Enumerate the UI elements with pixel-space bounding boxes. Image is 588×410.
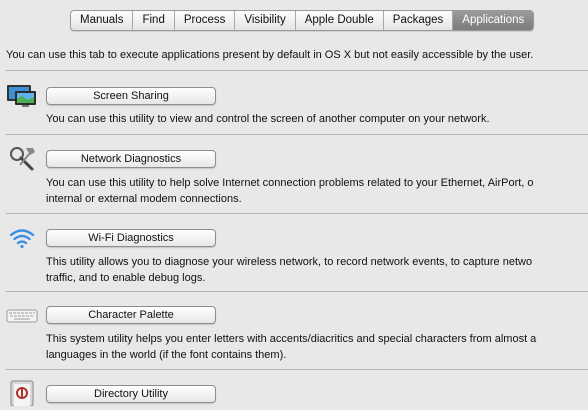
tab-process[interactable]: Process <box>175 11 236 30</box>
tab-visibility[interactable]: Visibility <box>235 11 296 30</box>
network-diagnostics-icon <box>10 147 35 171</box>
divider <box>6 134 588 135</box>
tab-applications[interactable]: Applications <box>453 11 534 30</box>
tab-bar: Manuals Find Process Visibility Apple Do… <box>70 10 535 31</box>
screen-sharing-icon <box>7 85 36 107</box>
tab-apple-double[interactable]: Apple Double <box>296 11 384 30</box>
wifi-diagnostics-description: This utility allows you to diagnose your… <box>46 256 533 284</box>
keyboard-icon <box>6 309 38 323</box>
directory-utility-icon <box>10 380 34 406</box>
character-palette-description: This system utility helps you enter lett… <box>46 333 537 361</box>
wifi-diagnostics-button[interactable]: Wi-Fi Diagnostics <box>46 229 216 247</box>
intro-text: You can use this tab to execute applicat… <box>6 49 534 61</box>
screen-sharing-button[interactable]: Screen Sharing <box>46 87 216 105</box>
network-diagnostics-button[interactable]: Network Diagnostics <box>46 150 216 168</box>
character-palette-button[interactable]: Character Palette <box>46 306 216 324</box>
divider <box>6 213 588 214</box>
divider <box>6 70 588 71</box>
tab-manuals[interactable]: Manuals <box>71 11 134 30</box>
tab-packages[interactable]: Packages <box>384 11 454 30</box>
directory-utility-button[interactable]: Directory Utility <box>46 385 216 403</box>
tab-find[interactable]: Find <box>133 11 175 30</box>
divider <box>6 369 588 370</box>
screen-sharing-description: You can use this utility to view and con… <box>46 113 490 125</box>
divider <box>6 291 588 292</box>
network-diagnostics-description: You can use this utility to help solve I… <box>46 177 534 205</box>
wifi-icon <box>9 229 35 249</box>
